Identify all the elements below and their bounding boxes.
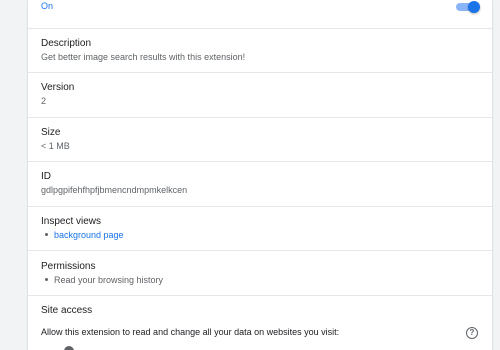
version-heading: Version	[41, 82, 75, 93]
extension-details-card: On Description Get better image search r…	[28, 0, 492, 350]
radio-button[interactable]	[64, 346, 74, 350]
help-circle-icon[interactable]: ?	[466, 327, 478, 339]
toggle-knob	[468, 1, 480, 13]
divider	[28, 117, 492, 118]
divider	[28, 72, 492, 73]
bullet-icon	[45, 233, 48, 237]
divider	[28, 161, 492, 162]
extension-id-value: gdlpgpifehfhpfjbmencndmpmkelkcen	[41, 185, 188, 195]
site-access-heading: Site access	[41, 305, 93, 316]
site-access-prompt: Allow this extension to read and change …	[41, 327, 340, 337]
version-value: 2	[41, 96, 47, 106]
bullet-icon	[45, 278, 48, 282]
size-heading: Size	[41, 127, 61, 138]
size-value: < 1 MB	[41, 141, 70, 151]
inspect-view-item: background page	[45, 230, 124, 240]
extension-status-label: On	[41, 1, 54, 11]
description-text: Get better image search results with thi…	[41, 52, 246, 62]
inspect-views-heading: Inspect views	[41, 216, 102, 227]
divider	[28, 295, 492, 296]
id-heading: ID	[41, 171, 51, 182]
permission-text: Read your browsing history	[54, 275, 164, 285]
divider	[28, 250, 492, 251]
description-heading: Description	[41, 38, 92, 49]
extension-enabled-toggle[interactable]	[456, 1, 480, 13]
divider	[28, 206, 492, 207]
permissions-heading: Permissions	[41, 261, 96, 272]
background-page-link[interactable]: background page	[54, 230, 124, 240]
permission-item: Read your browsing history	[45, 275, 163, 285]
divider	[28, 28, 492, 29]
